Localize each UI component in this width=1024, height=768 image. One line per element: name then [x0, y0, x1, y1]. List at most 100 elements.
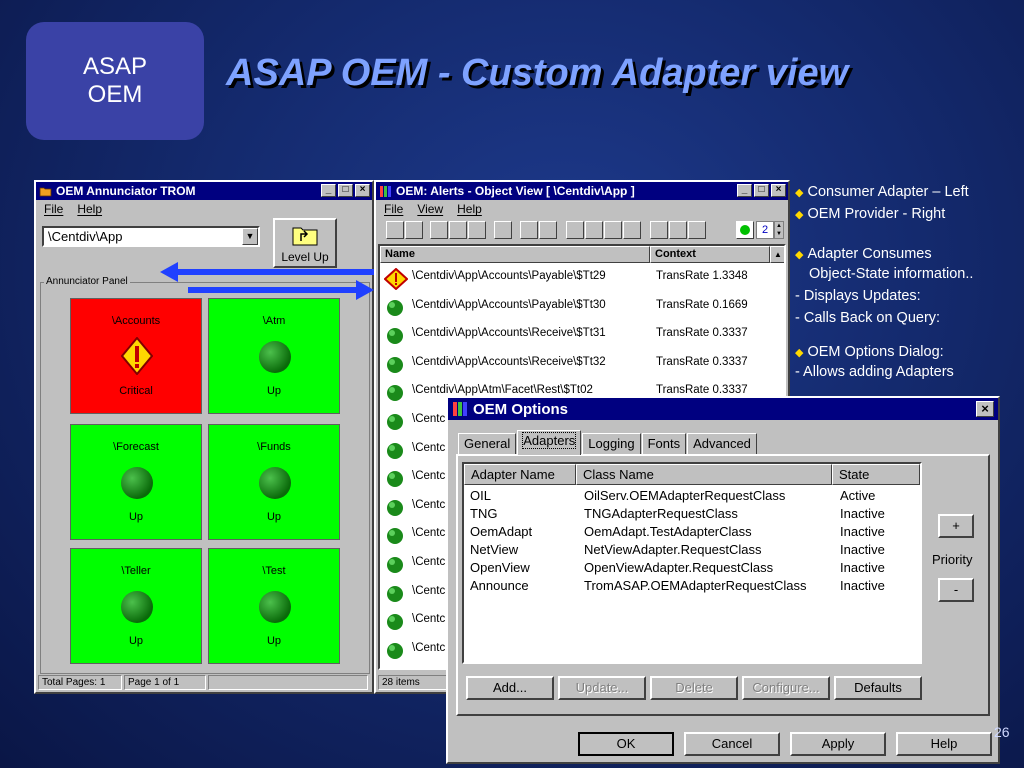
adapter-state: Inactive [840, 542, 885, 557]
spinner-value[interactable]: 2 [756, 221, 774, 239]
tile-status: Critical [119, 385, 153, 397]
status-page: Page 1 of 1 [124, 675, 206, 690]
tab-general[interactable]: General [458, 433, 517, 455]
menu-file[interactable]: File [44, 202, 63, 216]
adapter-class: NetViewAdapter.RequestClass [584, 542, 762, 557]
help-button[interactable]: Help [896, 732, 992, 756]
defaults-button[interactable]: Defaults [834, 676, 922, 700]
tile-accounts[interactable]: \Accounts Critical [70, 298, 202, 414]
tab-advanced[interactable]: Advanced [687, 433, 757, 455]
object-view-titlebar[interactable]: OEM: Alerts - Object View [ \Centdiv\App… [376, 182, 788, 200]
options-titlebar[interactable]: OEM Options × [448, 398, 998, 420]
row-name: \Centdiv\App\Accounts\Payable\$Tt29 [412, 270, 606, 282]
oem-app-icon [380, 185, 391, 197]
adapter-state: Inactive [840, 524, 885, 539]
adapter-class: TromASAP.OEMAdapterRequestClass [584, 578, 807, 593]
ok-button[interactable]: OK [578, 732, 674, 756]
refresh-icon[interactable] [449, 221, 467, 239]
details-icon[interactable] [604, 221, 622, 239]
table-row[interactable]: \Centdiv\App\Accounts\Payable\$Tt30 Trans… [380, 293, 780, 321]
minimize-button[interactable]: _ [737, 184, 752, 197]
level-up-button[interactable]: Level Up [273, 218, 337, 268]
save-icon[interactable] [405, 221, 423, 239]
tab-logging[interactable]: Logging [582, 433, 641, 455]
adapter-name: Announce [470, 578, 529, 593]
lock-icon[interactable] [468, 221, 486, 239]
close-button[interactable]: × [976, 401, 994, 417]
maximize-button[interactable]: □ [338, 184, 353, 197]
row-name: \Centdiv\App\Accounts\Receive\$Tt31 [412, 327, 606, 340]
list-item[interactable]: NetView NetViewAdapter.RequestClass Inacti… [464, 542, 920, 560]
annunciator-statusbar: Total Pages: 1 Page 1 of 1 [38, 675, 368, 690]
tab-fonts[interactable]: Fonts [641, 433, 687, 455]
green-ball-icon [387, 499, 403, 516]
tile-forecast[interactable]: \Forecast Up [70, 424, 202, 540]
tile-name: \Test [262, 565, 286, 577]
green-ball-icon [387, 385, 403, 402]
properties-icon[interactable] [494, 221, 512, 239]
small-icons-icon[interactable] [566, 221, 584, 239]
priority-down-button[interactable]: - [938, 578, 974, 602]
priority-up-button[interactable]: + [938, 514, 974, 538]
apply-button[interactable]: Apply [790, 732, 886, 756]
level-up-icon[interactable] [430, 221, 448, 239]
minimize-button[interactable]: _ [321, 184, 336, 197]
menu-help[interactable]: Help [457, 202, 482, 216]
green-ball-icon [387, 328, 403, 345]
critical-warning-icon [384, 268, 408, 290]
update-adapter-button[interactable]: Update... [558, 676, 646, 700]
grid-icon[interactable] [623, 221, 641, 239]
menu-file[interactable]: File [384, 202, 403, 216]
columns-alt-icon[interactable] [669, 221, 687, 239]
delete-adapter-button[interactable]: Delete [650, 676, 738, 700]
list-item[interactable]: OemAdapt OemAdapt.TestAdapterClass Inactiv… [464, 524, 920, 542]
tile-name: \Atm [262, 315, 286, 327]
bullet-item: ◆ OEM Provider - Right [795, 206, 946, 222]
tile-funds[interactable]: \Funds Up [208, 424, 340, 540]
row-context: TransRate 0.3337 [656, 384, 748, 397]
status-light-icon[interactable] [736, 221, 754, 239]
path-combo[interactable]: \Centdiv\App ▼ [42, 226, 260, 247]
list-item[interactable]: TNG TNGAdapterRequestClass Inactive [464, 506, 920, 524]
add-adapter-button[interactable]: Add... [466, 676, 554, 700]
list-icon[interactable] [585, 221, 603, 239]
table-row[interactable]: \Centdiv\App\Accounts\Receive\$Tt31 Trans… [380, 321, 780, 349]
tile-test[interactable]: \Test Up [208, 548, 340, 664]
bullet-item: Object-State information.. [809, 266, 974, 282]
tab-adapters-label: Adapters [522, 432, 577, 449]
col-class-name-header[interactable]: Class Name [576, 464, 832, 485]
configure-adapter-button[interactable]: Configure... [742, 676, 830, 700]
spinner-arrows-icon[interactable]: ▲ ▼ [774, 221, 784, 239]
frame-icon[interactable] [688, 221, 706, 239]
chevron-down-icon[interactable]: ▼ [242, 228, 258, 245]
list-item[interactable]: Announce TromASAP.OEMAdapterRequestClass I… [464, 578, 920, 596]
row-name: \Centc [412, 413, 446, 425]
tile-teller[interactable]: \Teller Up [70, 548, 202, 664]
table-row[interactable]: \Centdiv\App\Accounts\Receive\$Tt32 Trans… [380, 350, 780, 378]
menu-view[interactable]: View [417, 202, 443, 216]
annunciator-titlebar[interactable]: OEM Annunciator TROM _ □ × [36, 182, 372, 200]
critical-warning-icon [121, 337, 153, 375]
col-context-header[interactable]: Context [650, 246, 770, 263]
menu-help[interactable]: Help [77, 202, 102, 216]
open-folder-icon[interactable] [386, 221, 404, 239]
close-button[interactable]: × [355, 184, 370, 197]
scroll-up-icon[interactable]: ▲ [770, 246, 784, 263]
col-adapter-name-header[interactable]: Adapter Name [464, 464, 576, 485]
filter-icon[interactable] [539, 221, 557, 239]
tab-adapters[interactable]: Adapters [517, 430, 582, 455]
tile-atm[interactable]: \Atm Up [208, 298, 340, 414]
close-button[interactable]: × [771, 184, 786, 197]
maximize-button[interactable]: □ [754, 184, 769, 197]
green-ball-icon [387, 642, 403, 659]
list-item[interactable]: OIL OilServ.OEMAdapterRequestClass Active [464, 488, 920, 506]
columns-icon[interactable] [650, 221, 668, 239]
hierarchy-icon[interactable] [520, 221, 538, 239]
list-item[interactable]: OpenView OpenViewAdapter.RequestClass Inac… [464, 560, 920, 578]
tile-status: Up [266, 385, 282, 397]
col-state-header[interactable]: State [832, 464, 920, 485]
table-row[interactable]: \Centdiv\App\Accounts\Payable\$Tt29 Trans… [380, 264, 780, 292]
bullet-item: - Allows adding Adapters [795, 364, 954, 380]
col-name-header[interactable]: Name [380, 246, 650, 263]
cancel-button[interactable]: Cancel [684, 732, 780, 756]
